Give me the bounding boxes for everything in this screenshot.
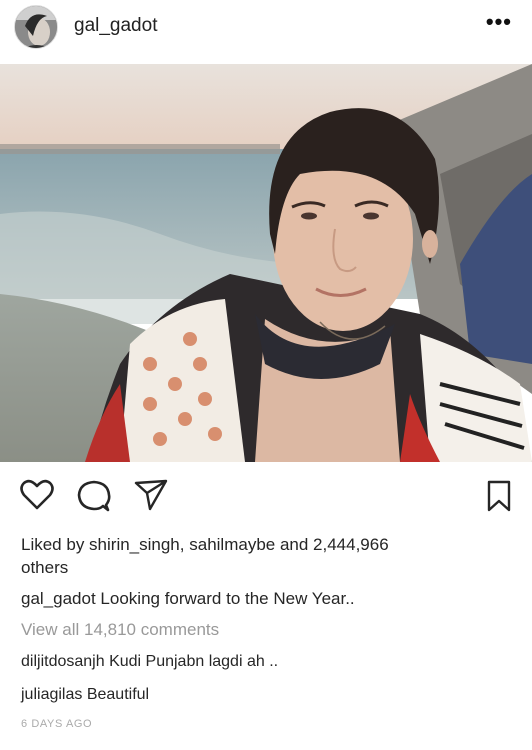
likes-summary[interactable]: Liked by shirin_singh, sahilmaybe and 2,… bbox=[21, 533, 501, 579]
comment-text: Kudi Punjabn lagdi ah .. bbox=[109, 653, 279, 670]
comment-text: Beautiful bbox=[86, 686, 150, 703]
post-timestamp: 6 DAYS AGO bbox=[21, 718, 93, 730]
post-header: gal_gadot ••• bbox=[0, 0, 532, 56]
liked-by-user[interactable]: sahilmaybe bbox=[189, 535, 275, 554]
comment-item: juliagilas Beautiful bbox=[21, 686, 149, 704]
avatar[interactable] bbox=[14, 5, 58, 49]
likes-separator: , bbox=[179, 535, 190, 554]
bookmark-icon[interactable] bbox=[486, 480, 512, 517]
post-caption: gal_gadot Looking forward to the New Yea… bbox=[21, 588, 355, 610]
liked-by-user[interactable]: shirin_singh bbox=[89, 535, 180, 554]
comment-icon[interactable] bbox=[77, 479, 111, 518]
likes-count[interactable]: 2,444,966 bbox=[313, 535, 389, 554]
caption-text: Looking forward to the New Year.. bbox=[100, 589, 355, 608]
likes-prefix: Liked by bbox=[21, 535, 90, 554]
view-all-comments-link[interactable]: View all 14,810 comments bbox=[21, 620, 219, 640]
likes-and: and bbox=[275, 535, 314, 554]
comment-username[interactable]: juliagilas bbox=[21, 686, 82, 703]
more-horizontal-icon[interactable]: ••• bbox=[486, 11, 512, 33]
likes-suffix[interactable]: others bbox=[21, 558, 68, 577]
action-bar bbox=[0, 476, 532, 520]
caption-username[interactable]: gal_gadot bbox=[21, 589, 96, 608]
post-username[interactable]: gal_gadot bbox=[74, 15, 157, 37]
comment-item: diljitdosanjh Kudi Punjabn lagdi ah .. bbox=[21, 653, 278, 671]
post-photo[interactable] bbox=[0, 64, 532, 462]
comment-username[interactable]: diljitdosanjh bbox=[21, 653, 105, 670]
send-icon[interactable] bbox=[134, 479, 168, 516]
heart-icon[interactable] bbox=[20, 479, 54, 516]
